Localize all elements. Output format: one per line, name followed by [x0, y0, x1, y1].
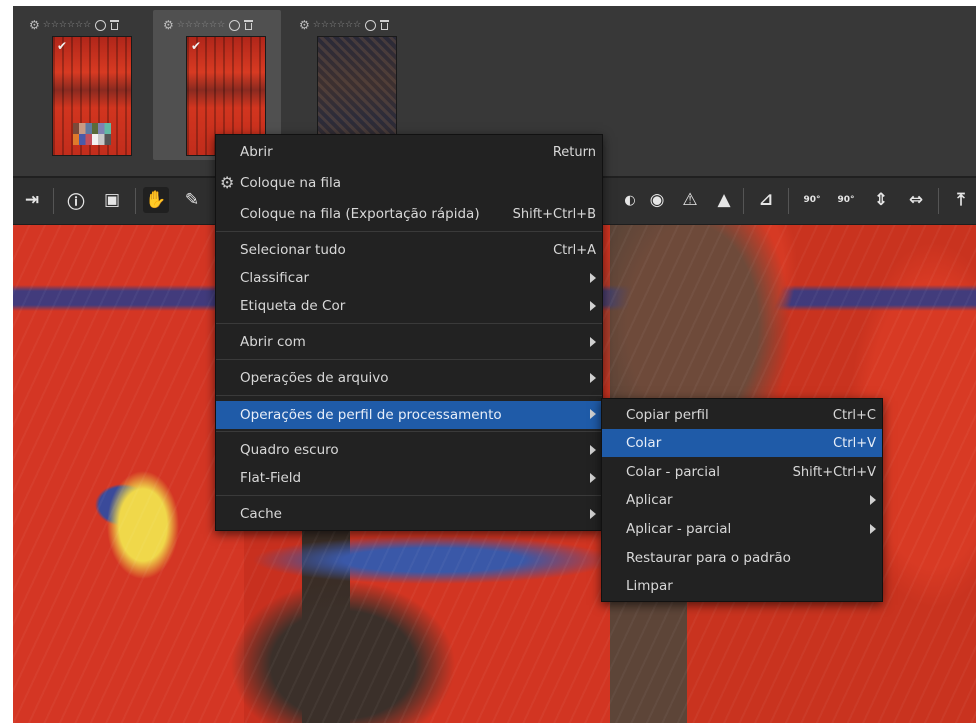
warning-outline-icon[interactable]: ⚠	[677, 187, 703, 213]
menu-item-label: Flat-Field	[240, 470, 302, 486]
color-label-icon[interactable]	[229, 19, 241, 31]
menu-item-accel: Return	[552, 144, 596, 160]
submenu-arrow-icon	[590, 337, 596, 347]
submenu-arrow-icon	[870, 495, 876, 505]
rotate-cw-icon[interactable]: 90°	[833, 187, 859, 213]
rotate-cw-label: 90°	[837, 195, 855, 205]
export-icon[interactable]: ⤒	[948, 187, 974, 213]
menu-item-label: Colar	[626, 435, 662, 451]
menu-item-rank[interactable]: Classificar	[216, 265, 602, 291]
checkmark-icon: ✔	[191, 39, 202, 53]
thumbnail-toolbar: ⚙ ☆☆☆☆☆☆	[299, 18, 390, 32]
submenu-item-copy-profile[interactable]: Copiar perfil Ctrl+C	[602, 402, 882, 428]
app-window: ⚙ ☆☆☆☆☆☆ ✔ ⚙ ☆☆☆☆☆☆ ✔ ⚙ ☆☆☆☆☆☆ ⇥ ⓘ ▣ ✋ ✎…	[13, 6, 976, 723]
menu-item-queue-fast-export[interactable]: Coloque na fila (Exportação rápida) Shif…	[216, 201, 602, 227]
warning-filled-icon[interactable]: ▲	[711, 187, 737, 213]
submenu-item-paste-partial[interactable]: Colar - parcial Shift+Ctrl+V	[602, 459, 882, 485]
submenu-item-apply-partial[interactable]: Aplicar - parcial	[602, 516, 882, 542]
checkmark-icon: ✔	[57, 39, 68, 53]
menu-item-label: Operações de arquivo	[240, 370, 389, 386]
rating-stars[interactable]: ☆☆☆☆☆☆	[43, 20, 91, 30]
rating-stars[interactable]: ☆☆☆☆☆☆	[177, 20, 225, 30]
submenu-item-paste[interactable]: Colar Ctrl+V	[602, 429, 882, 457]
context-menu: Abrir Return ⚙ Coloque na fila Coloque n…	[215, 134, 603, 531]
menu-item-label: Cache	[240, 506, 282, 522]
thumbnail-image[interactable]: ✔	[52, 36, 132, 156]
submenu-arrow-icon	[870, 524, 876, 534]
submenu-arrow-icon	[590, 273, 596, 283]
menu-item-cache[interactable]: Cache	[216, 501, 602, 527]
submenu-arrow-icon	[590, 509, 596, 519]
menu-item-accel: Shift+Ctrl+V	[792, 464, 876, 480]
submenu-item-reset-default[interactable]: Restaurar para o padrão	[602, 545, 882, 571]
menu-item-label: Aplicar	[626, 492, 673, 508]
info-icon[interactable]: ⓘ	[63, 187, 89, 213]
flip-vertical-icon[interactable]: ⇕	[868, 187, 894, 213]
submenu-item-clear[interactable]: Limpar	[602, 573, 882, 599]
trash-icon[interactable]	[244, 20, 254, 30]
submenu-arrow-icon	[590, 473, 596, 483]
submenu-arrow-icon	[590, 409, 596, 419]
menu-item-accel: Ctrl+V	[833, 435, 876, 451]
menu-item-label: Colar - parcial	[626, 464, 721, 480]
menu-item-accel: Shift+Ctrl+B	[512, 206, 596, 222]
color-label-icon[interactable]	[365, 19, 377, 31]
submenu-item-apply[interactable]: Aplicar	[602, 487, 882, 513]
trash-icon[interactable]	[110, 20, 120, 30]
menu-item-label: Etiqueta de Cor	[240, 298, 346, 314]
rotate-ccw-icon[interactable]: 90°	[799, 187, 825, 213]
menu-item-flat-field[interactable]: Flat-Field	[216, 465, 602, 491]
hand-tool-icon[interactable]: ✋	[143, 187, 169, 213]
clipping-shadows-icon[interactable]: ◐	[617, 187, 643, 213]
submenu-arrow-icon	[590, 445, 596, 455]
thumbnail-1[interactable]: ⚙ ☆☆☆☆☆☆ ✔	[19, 10, 147, 160]
color-label-icon[interactable]	[95, 19, 107, 31]
panel-toggle-icon[interactable]: ⇥	[19, 187, 45, 213]
processing-profile-icon: ⚙	[29, 18, 40, 32]
menu-item-label: Abrir com	[240, 334, 306, 350]
processing-profile-icon: ⚙	[299, 18, 310, 32]
menu-item-label: Coloque na fila (Exportação rápida)	[240, 206, 480, 222]
processing-profile-icon: ⚙	[163, 18, 174, 32]
menu-item-open[interactable]: Abrir Return	[216, 139, 602, 165]
menu-item-label: Abrir	[240, 144, 273, 160]
flip-horizontal-icon[interactable]: ⇔	[903, 187, 929, 213]
menu-item-queue[interactable]: ⚙ Coloque na fila	[216, 170, 602, 196]
menu-item-select-all[interactable]: Selecionar tudo Ctrl+A	[216, 237, 602, 263]
menu-item-label: Selecionar tudo	[240, 242, 346, 258]
menu-item-color-label[interactable]: Etiqueta de Cor	[216, 293, 602, 319]
thumbnail-toolbar: ⚙ ☆☆☆☆☆☆	[163, 18, 254, 32]
submenu-arrow-icon	[590, 373, 596, 383]
menu-item-label: Copiar perfil	[626, 407, 709, 423]
menu-item-label: Aplicar - parcial	[626, 521, 732, 537]
menu-item-accel: Ctrl+C	[832, 407, 876, 423]
menu-item-label: Restaurar para o padrão	[626, 550, 791, 566]
rotate-ccw-label: 90°	[803, 195, 821, 205]
before-after-icon[interactable]: ▣	[99, 187, 125, 213]
menu-item-profile-operations[interactable]: Operações de perfil de processamento	[216, 401, 602, 429]
profile-operations-submenu: Copiar perfil Ctrl+C Colar Ctrl+V Colar …	[601, 398, 883, 602]
menu-item-file-operations[interactable]: Operações de arquivo	[216, 365, 602, 391]
straighten-icon[interactable]: ⊿	[753, 187, 779, 213]
menu-item-label: Limpar	[626, 578, 673, 594]
queue-gear-icon: ⚙	[220, 173, 235, 192]
menu-item-label: Classificar	[240, 270, 310, 286]
menu-item-label: Operações de perfil de processamento	[240, 407, 502, 423]
menu-item-label: Quadro escuro	[240, 442, 339, 458]
color-picker-icon[interactable]: ✎	[179, 187, 205, 213]
menu-item-accel: Ctrl+A	[553, 242, 596, 258]
trash-icon[interactable]	[380, 20, 390, 30]
color-checker	[73, 123, 111, 145]
menu-item-open-with[interactable]: Abrir com	[216, 329, 602, 355]
clipping-focus-icon[interactable]: ◉	[644, 187, 670, 213]
menu-item-dark-frame[interactable]: Quadro escuro	[216, 437, 602, 463]
thumbnail-toolbar: ⚙ ☆☆☆☆☆☆	[29, 18, 120, 32]
rating-stars[interactable]: ☆☆☆☆☆☆	[313, 20, 361, 30]
submenu-arrow-icon	[590, 301, 596, 311]
menu-item-label: Coloque na fila	[240, 175, 342, 191]
